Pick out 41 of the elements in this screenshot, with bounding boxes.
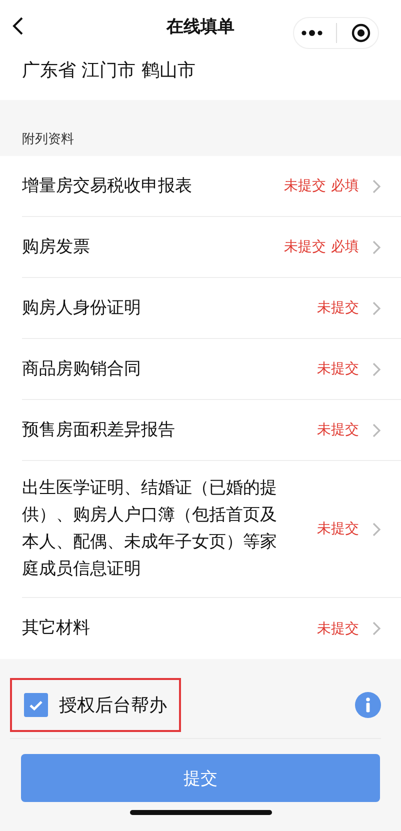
address-text: 广东省 江门市 鹤山市 [22, 60, 196, 81]
authorize-label: 授权后台帮办 [59, 694, 167, 717]
back-icon [12, 16, 24, 36]
chevron-icon [372, 362, 381, 376]
chevron-icon [372, 240, 381, 254]
back-button[interactable] [12, 16, 24, 36]
item-label: 增量房交易税收申报表 [22, 174, 193, 198]
item-label: 商品房购销合同 [22, 358, 142, 380]
document-item[interactable]: 其它材料 未提交 [22, 598, 401, 659]
section-label: 附列资料 [22, 131, 74, 148]
page-title: 在线填单 [166, 16, 234, 38]
info-icon[interactable] [355, 692, 381, 718]
item-label: 预售房面积差异报告 [22, 418, 176, 442]
status-tag: 必填 [331, 238, 359, 256]
status-tag: 未提交 [317, 620, 359, 638]
document-item[interactable]: 出生医学证明、结婚证（已婚的提供）、购房人户口簿（包括首页及本人、配偶、未成年子女页）等家庭成员信息证明 未提交 [22, 461, 401, 598]
chevron-icon [372, 522, 381, 536]
checkbox[interactable] [24, 693, 48, 717]
check-icon [29, 700, 43, 710]
status-tag: 未提交 [317, 360, 359, 378]
item-label: 购房发票 [22, 236, 91, 258]
document-item[interactable]: 预售房面积差异报告 未提交 [22, 400, 401, 461]
item-label: 出生医学证明、结婚证（已婚的提供）、购房人户口簿（包括首页及本人、配偶、未成年子女页）等家庭成员信息证明 [22, 477, 278, 581]
status-tag: 未提交 [284, 177, 326, 195]
status-tag: 未提交 [284, 238, 326, 256]
item-label: 其它材料 [22, 617, 91, 640]
document-item[interactable]: 购房发票 未提交 必填 [22, 217, 401, 278]
document-item[interactable]: 商品房购销合同 未提交 [22, 339, 401, 400]
document-item[interactable]: 购房人身份证明 未提交 [22, 278, 401, 339]
document-item[interactable]: 增量房交易税收申报表 未提交 必填 [22, 156, 401, 217]
chevron-icon [372, 621, 381, 636]
chevron-icon [372, 300, 381, 316]
item-label: 购房人身份证明 [22, 296, 142, 320]
chevron-icon [372, 178, 381, 194]
status-tag: 必填 [331, 177, 359, 195]
close-target-icon[interactable] [351, 23, 372, 43]
more-icon[interactable] [300, 30, 323, 36]
chevron-icon [372, 422, 381, 438]
status-tag: 未提交 [317, 299, 359, 317]
status-tag: 未提交 [317, 520, 359, 538]
status-tag: 未提交 [317, 421, 359, 439]
